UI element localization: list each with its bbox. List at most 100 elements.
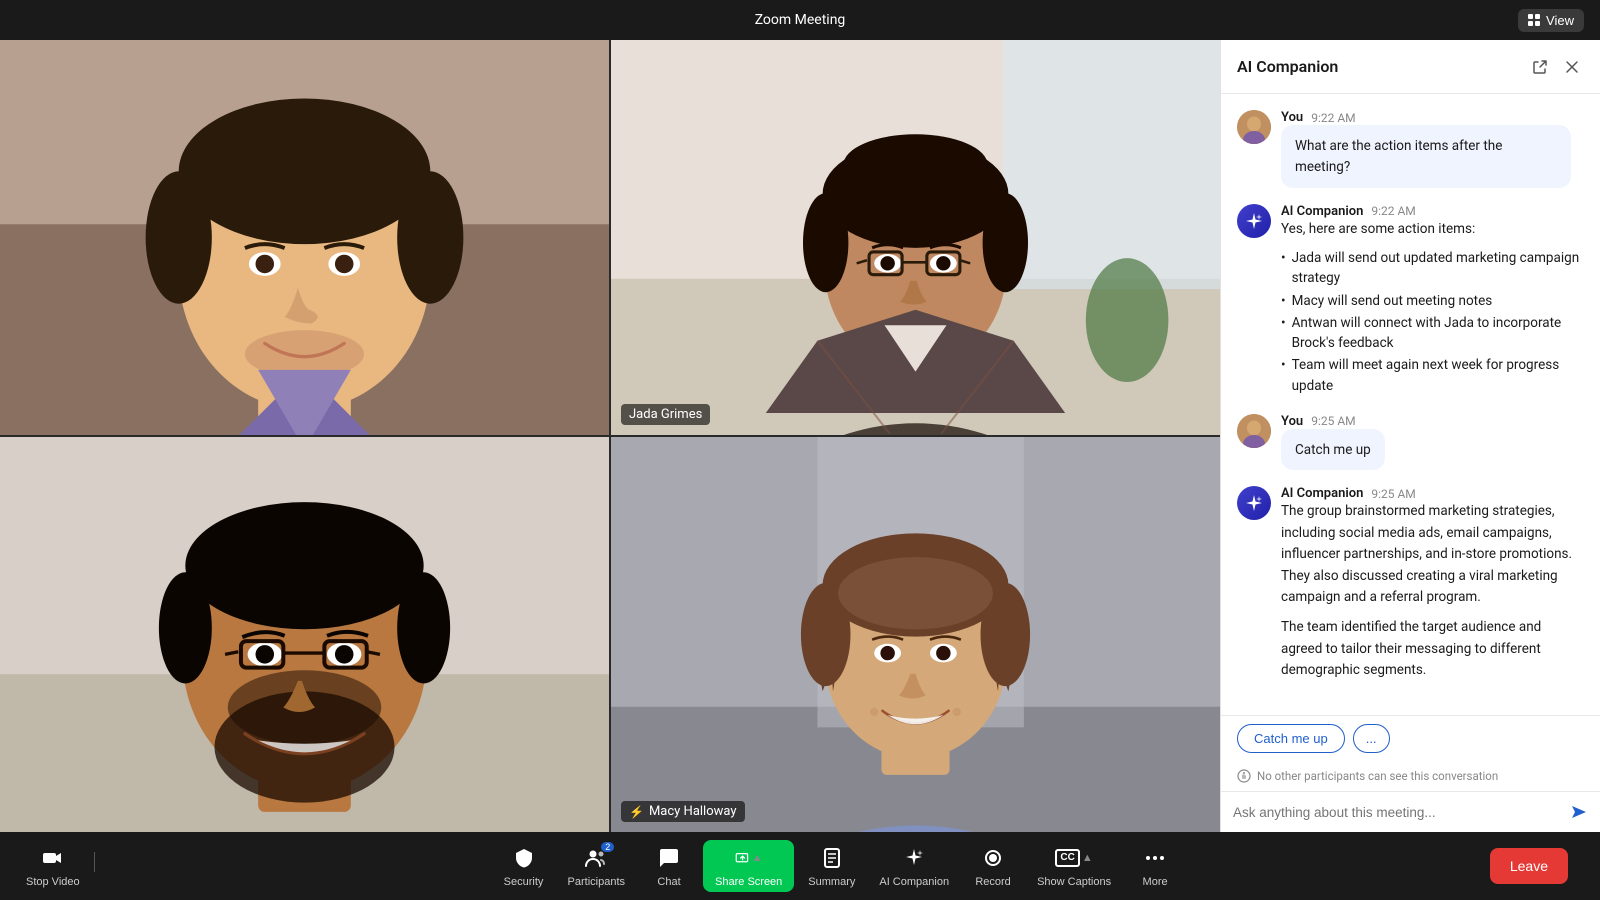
ai-paragraph-4-1: The group brainstormed marketing strateg…	[1281, 501, 1584, 609]
message-text-1: What are the action items after the meet…	[1295, 138, 1502, 175]
message-time-1: 9:22 AM	[1311, 111, 1355, 125]
video-area: Jada Grimes	[0, 40, 1220, 832]
record-icon	[979, 844, 1007, 872]
top-bar: Zoom Meeting View	[0, 0, 1600, 40]
catch-me-up-suggestion[interactable]: Catch me up	[1237, 724, 1345, 753]
summary-label: Summary	[808, 876, 855, 888]
message-row-2: AI Companion 9:22 AM Yes, here are some …	[1237, 204, 1584, 398]
more-suggestions-button[interactable]: ...	[1353, 724, 1390, 753]
security-button[interactable]: Security	[494, 840, 554, 892]
chat-icon	[655, 844, 683, 872]
record-label: Record	[975, 876, 1010, 888]
toolbar-wrapper: Stop Video Security	[16, 840, 1584, 892]
message-group-4: AI Companion 9:25 AM The group brainstor…	[1237, 486, 1584, 690]
security-icon	[510, 844, 538, 872]
message-time-3: 9:25 AM	[1311, 414, 1355, 428]
view-button[interactable]: View	[1518, 9, 1584, 32]
message-group-2: AI Companion 9:22 AM Yes, here are some …	[1237, 204, 1584, 398]
message-row-3: You 9:25 AM Catch me up	[1237, 414, 1584, 470]
chat-input-field[interactable]	[1233, 805, 1560, 820]
summary-icon	[818, 844, 846, 872]
person-svg-1	[0, 40, 609, 435]
participant-name-jada: Jada Grimes	[629, 407, 702, 422]
top-bar-actions: View	[1518, 9, 1584, 32]
stop-video-label: Stop Video	[26, 876, 80, 888]
participants-badge: 2	[601, 842, 614, 852]
close-icon	[1564, 59, 1580, 75]
privacy-text: No other participants can see this conve…	[1257, 769, 1498, 783]
more-icon	[1141, 844, 1169, 872]
ai-paragraph-4-2: The team identified the target audience …	[1281, 617, 1584, 682]
chat-input-area	[1221, 791, 1600, 832]
avatar-user-2	[1237, 414, 1271, 448]
participants-button[interactable]: 2 Participants	[558, 840, 635, 892]
share-screen-label: Share Screen	[715, 876, 782, 888]
catch-up-bubble: Catch me up	[1281, 429, 1385, 470]
message-sender-2: AI Companion	[1281, 204, 1363, 219]
name-tag-macy: ⚡ Macy Halloway	[621, 801, 745, 822]
video-cell-4: ⚡ Macy Halloway	[611, 437, 1220, 832]
message-text-3: Catch me up	[1295, 442, 1371, 458]
participant-name-macy: Macy Halloway	[649, 804, 737, 819]
chat-button[interactable]: Chat	[639, 840, 699, 892]
record-button[interactable]: Record	[963, 840, 1023, 892]
action-item-3: Antwan will connect with Jada to incorpo…	[1281, 313, 1584, 354]
close-panel-button[interactable]	[1560, 55, 1584, 79]
send-icon	[1568, 802, 1588, 822]
message-header-1: You 9:22 AM	[1281, 110, 1584, 125]
stop-video-button[interactable]: Stop Video	[16, 840, 90, 892]
toolbar-right: Leave	[1490, 848, 1568, 884]
avatar-ai-1	[1237, 204, 1271, 238]
external-link-button[interactable]	[1528, 55, 1552, 79]
video-camera-icon	[41, 846, 65, 870]
ai-companion-icon	[900, 844, 928, 872]
ai-companion-panel: AI Companion	[1220, 40, 1600, 832]
send-button[interactable]	[1568, 802, 1588, 822]
leave-button[interactable]: Leave	[1490, 848, 1568, 884]
show-captions-icon: CC ▲	[1060, 844, 1088, 872]
suggested-actions: Catch me up ...	[1221, 715, 1600, 761]
external-link-icon	[1532, 59, 1548, 75]
ai-panel-header: AI Companion	[1221, 40, 1600, 94]
message-row-4: AI Companion 9:25 AM The group brainstor…	[1237, 486, 1584, 690]
person-svg-3	[0, 437, 609, 832]
ai-intro-2: Yes, here are some action items:	[1281, 219, 1584, 241]
toolbar-center: Security 2 Participants	[494, 840, 1186, 892]
ai-spark-icon-2	[1244, 493, 1264, 513]
main-content: Jada Grimes	[0, 40, 1600, 832]
message-time-4: 9:25 AM	[1371, 487, 1415, 501]
share-screen-button[interactable]: ▲ Share Screen	[703, 840, 794, 892]
message-header-4: AI Companion 9:25 AM	[1281, 486, 1584, 501]
chat-label: Chat	[657, 876, 680, 888]
privacy-icon	[1237, 769, 1251, 783]
message-time-2: 9:22 AM	[1371, 204, 1415, 218]
person-svg-2	[611, 40, 1220, 435]
security-label: Security	[504, 876, 544, 888]
ai-action-list: Jada will send out updated marketing cam…	[1281, 248, 1584, 396]
action-item-2: Macy will send out meeting notes	[1281, 291, 1584, 311]
name-tag-jada: Jada Grimes	[621, 404, 710, 425]
video-cell-3	[0, 437, 609, 832]
summary-button[interactable]: Summary	[798, 840, 865, 892]
avatar-ai-2	[1237, 486, 1271, 520]
avatar-user-1	[1237, 110, 1271, 144]
message-header-3: You 9:25 AM	[1281, 414, 1584, 429]
ai-companion-button[interactable]: AI Companion	[869, 840, 959, 892]
more-label: More	[1143, 876, 1168, 888]
bottom-toolbar: Stop Video Security	[0, 832, 1600, 900]
ai-companion-label: AI Companion	[879, 876, 949, 888]
speaking-icon-macy: ⚡	[629, 805, 644, 819]
action-item-1: Jada will send out updated marketing cam…	[1281, 248, 1584, 289]
meeting-title: Zoom Meeting	[755, 12, 846, 28]
video-cell-2: Jada Grimes	[611, 40, 1220, 435]
video-feed-1	[0, 40, 609, 435]
video-feed-2	[611, 40, 1220, 435]
message-header-2: AI Companion 9:22 AM	[1281, 204, 1584, 219]
user-avatar-image-1	[1237, 110, 1271, 144]
more-button[interactable]: More	[1125, 840, 1185, 892]
video-cell-1	[0, 40, 609, 435]
grid-icon	[1528, 14, 1540, 26]
show-captions-button[interactable]: CC ▲ Show Captions	[1027, 840, 1121, 892]
share-screen-icon: ▲	[735, 844, 763, 872]
ai-spark-icon-1	[1244, 211, 1264, 231]
